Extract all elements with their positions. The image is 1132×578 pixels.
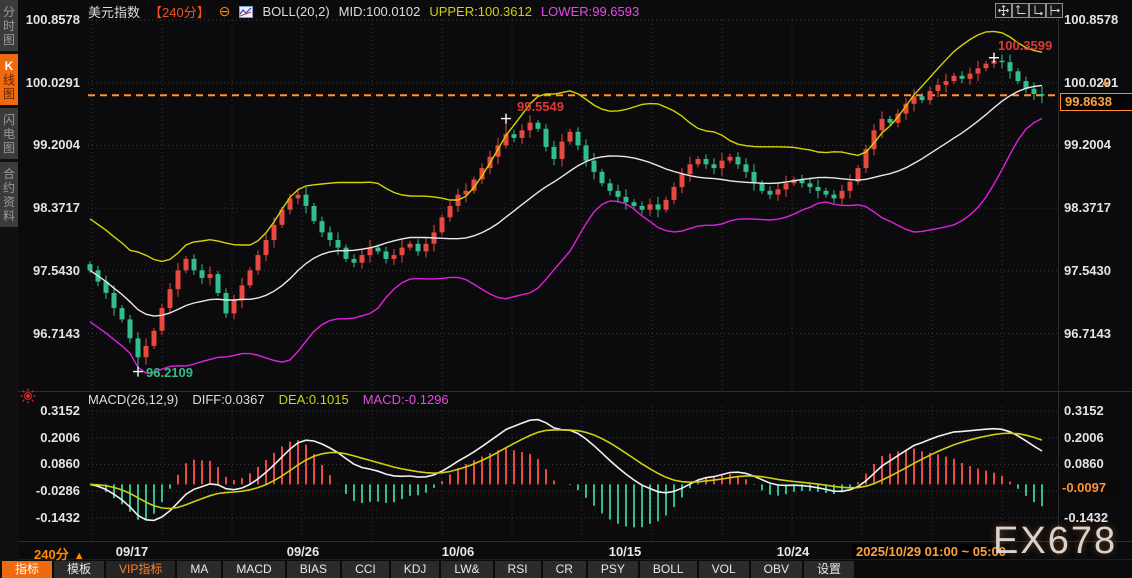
- toolbar-item-设置[interactable]: 设置: [803, 561, 854, 578]
- toolbar-item-模板[interactable]: 模板: [54, 561, 105, 578]
- period-label: 【240分】: [149, 5, 210, 20]
- collapse-icon[interactable]: ⊖: [219, 4, 231, 18]
- low-annotation: 96.2109: [146, 364, 193, 380]
- price-axis-label-right: 99.2004: [1064, 137, 1111, 153]
- price-axis-label-left: 98.3717: [33, 200, 80, 216]
- macd-dea-value: DEA:0.1015: [278, 392, 349, 407]
- live-indicator-icon[interactable]: [20, 388, 36, 404]
- indicator-toolbar: 指标 模板 VIP指标 MA MACD BIAS CCI KDJ LW& RSI CR PSY BOLL…: [2, 560, 856, 578]
- macd-current-box: -0.0097: [1060, 478, 1122, 496]
- price-axis-label-right: 100.8578: [1064, 12, 1119, 27]
- mini-chart-icon[interactable]: [239, 5, 254, 18]
- price-axis-label-left: 100.0291: [25, 74, 80, 90]
- toolbar-item-MA[interactable]: MA: [177, 561, 222, 578]
- axis-divider: [18, 541, 1132, 542]
- watermark: EX678: [993, 520, 1118, 562]
- macd-hist-value: MACD:-0.1296: [362, 392, 449, 407]
- pan-icon[interactable]: [995, 3, 1012, 18]
- right-axis-divider: [1058, 0, 1059, 541]
- macd-title: MACD(26,12,9): [88, 392, 179, 407]
- macd-header: MACD(26,12,9) DIFF:0.0367 DEA:0.1015 MAC…: [88, 392, 449, 407]
- macd-axis-label-right: 0.2006: [1064, 429, 1104, 445]
- toolbar-item-CCI[interactable]: CCI: [342, 561, 389, 578]
- price-axis-label-left: 99.2004: [33, 137, 80, 153]
- symbol-name: 美元指数: [88, 5, 141, 20]
- macd-axis-label-right: 0.3152: [1064, 403, 1104, 418]
- bar-time-range: 2025/10/29 01:00 ~ 05:00: [852, 544, 1010, 559]
- macd-axis-label-left: 0.0860: [40, 456, 80, 472]
- date-label: 10/24: [776, 544, 810, 559]
- candles-layer: [87, 54, 1045, 372]
- trading-terminal: 分时图 K线图闪电图合约资料 美元指数 【240分】 ⊖ BOLL(20,2) M…: [0, 0, 1132, 578]
- date-label: 10/06: [441, 544, 475, 559]
- toolbar-item-RSI[interactable]: RSI: [494, 561, 541, 578]
- boll-upper-value: UPPER:100.3612: [429, 4, 532, 19]
- date-label: 10/15: [608, 544, 642, 559]
- sidebar-item-4[interactable]: 合约资料: [0, 162, 18, 227]
- toolbar-item-VIP指标[interactable]: VIP指标: [106, 561, 176, 578]
- price-axis-label-left: 97.5430: [33, 262, 80, 278]
- macd-axis-label-left: -0.0286: [35, 483, 80, 499]
- toolbar-item-指标[interactable]: 指标: [2, 561, 53, 578]
- toolbar-item-VOL[interactable]: VOL: [698, 561, 749, 578]
- date-label: 09/26: [286, 544, 320, 559]
- toolbar-item-BOLL[interactable]: BOLL: [639, 561, 697, 578]
- mid-high-annotation: 99.5549: [517, 98, 564, 114]
- chart-canvas: [87, 19, 1058, 540]
- toolbar-item-LW&[interactable]: LW&: [441, 561, 493, 578]
- high-annotation: 100.3599: [998, 37, 1053, 53]
- macd-axis-label-right: 0.0860: [1064, 456, 1104, 472]
- toolbar-item-MACD[interactable]: MACD: [223, 561, 285, 578]
- date-label: 09/17: [115, 544, 149, 559]
- price-axis-label-right: 98.3717: [1064, 200, 1111, 216]
- sidebar-item-1[interactable]: 分时图: [0, 0, 18, 51]
- toolbar-item-BIAS[interactable]: BIAS: [286, 561, 341, 578]
- macd-axis-label-left: 0.3152: [40, 403, 80, 418]
- boll-mid-value: MID:100.0102: [338, 4, 421, 19]
- price-axis-label-left: 96.7143: [33, 325, 80, 341]
- y-axis-zoom-icon[interactable]: [1012, 3, 1029, 18]
- sidebar-item-2[interactable]: K线图: [0, 54, 18, 105]
- price-axis-label-right: 96.7143: [1064, 325, 1111, 341]
- toolbar-item-CR[interactable]: CR: [542, 561, 586, 578]
- price-axis-label-right: 97.5430: [1064, 262, 1111, 278]
- macd-diff-value: DIFF:0.0367: [192, 392, 265, 407]
- price-axis-label-right: 100.0291: [1064, 74, 1119, 90]
- toolbar-item-KDJ[interactable]: KDJ: [390, 561, 440, 578]
- last-price-box: 99.8638: [1060, 93, 1132, 112]
- indicator-name: BOLL(20,2): [262, 4, 330, 19]
- shift-right-icon[interactable]: [1046, 3, 1063, 18]
- sidebar-item-3[interactable]: 闪电图: [0, 108, 18, 159]
- price-up-arrow-icon: ▲: [1100, 77, 1110, 89]
- boll-lower-value: LOWER:99.6593: [540, 4, 640, 19]
- price-axis-label-left: 100.8578: [25, 12, 80, 27]
- chart-type-sidebar: 分时图 K线图闪电图合约资料: [0, 0, 18, 578]
- x-axis-zoom-icon[interactable]: [1029, 3, 1046, 18]
- chart-header: 美元指数 【240分】 ⊖ BOLL(20,2) MID:100.0102 UP…: [88, 2, 639, 21]
- macd-axis-label-left: 0.2006: [40, 429, 80, 445]
- macd-axis-label-left: -0.1432: [35, 509, 80, 525]
- toolbar-item-PSY[interactable]: PSY: [587, 561, 638, 578]
- toolbar-item-OBV[interactable]: OBV: [750, 561, 802, 578]
